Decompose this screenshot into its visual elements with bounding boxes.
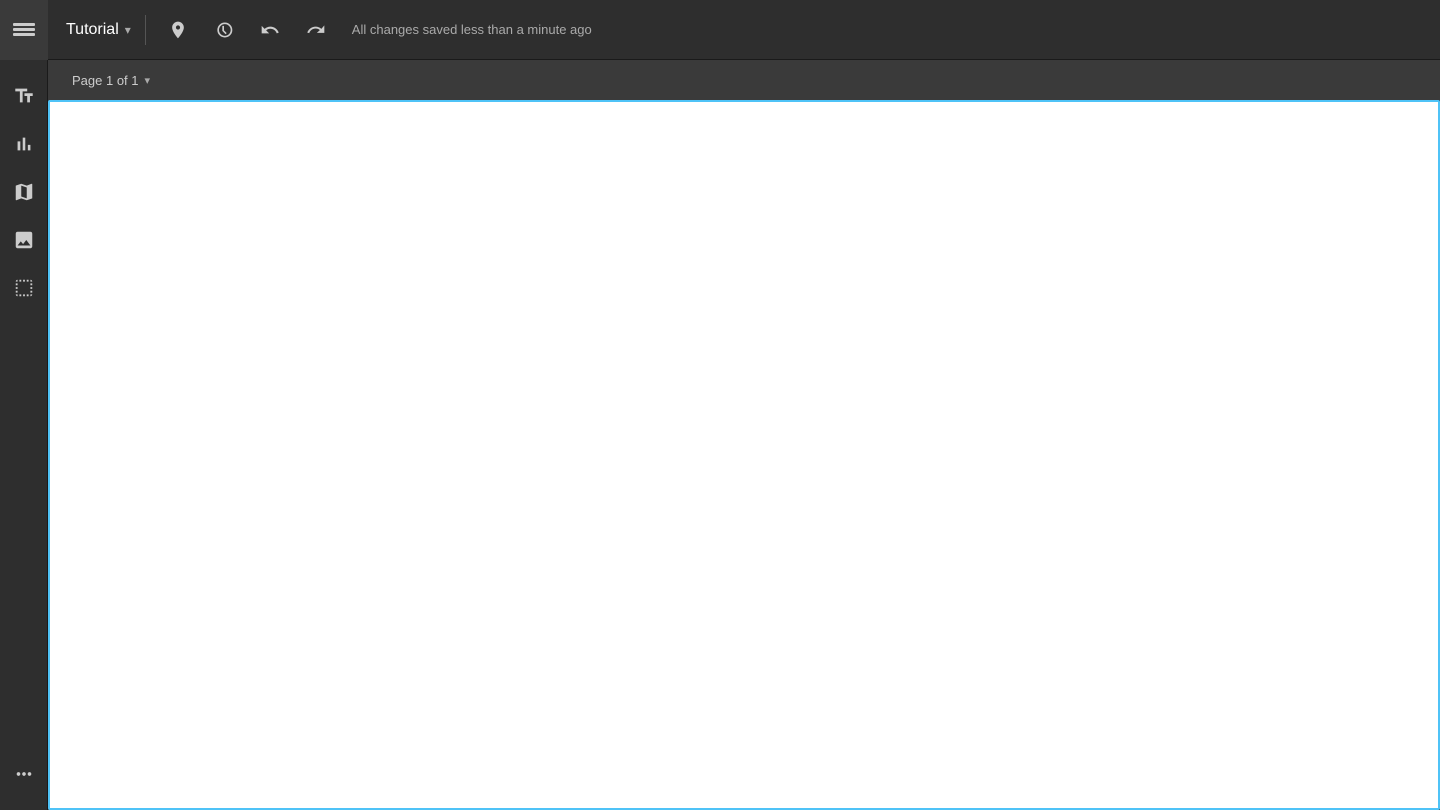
document-canvas[interactable]: [48, 100, 1440, 810]
sidebar: [0, 60, 48, 810]
undo-button[interactable]: [252, 12, 288, 48]
sidebar-item-text[interactable]: [4, 76, 44, 116]
canvas-area: Page 1 of 1 ▾: [48, 60, 1440, 810]
sidebar-item-image[interactable]: [4, 220, 44, 260]
sidebar-item-more[interactable]: [4, 754, 44, 794]
pin-button[interactable]: [160, 12, 196, 48]
sidebar-item-data[interactable]: [4, 268, 44, 308]
pin-icon: [168, 20, 188, 40]
text-icon: [13, 85, 35, 107]
sidebar-item-map[interactable]: [4, 172, 44, 212]
data-icon: [13, 277, 35, 299]
redo-icon: [306, 20, 326, 40]
chart-icon: [13, 133, 35, 155]
document-title: Tutorial: [66, 21, 119, 39]
redo-button[interactable]: [298, 12, 334, 48]
main-area: Page 1 of 1 ▾: [0, 60, 1440, 810]
app-icon-area: [0, 0, 48, 60]
image-icon: [13, 229, 35, 251]
page-nav-label: Page 1 of 1: [72, 73, 139, 88]
history-button[interactable]: [206, 12, 242, 48]
title-chevron-icon: ▾: [125, 23, 131, 37]
save-status: All changes saved less than a minute ago: [352, 22, 592, 37]
header-bar: Tutorial ▾ All changes saved less than a…: [0, 0, 1440, 60]
sidebar-item-chart[interactable]: [4, 124, 44, 164]
toolbar-divider-1: [145, 15, 146, 45]
more-icon: [13, 763, 35, 785]
page-nav-bar: Page 1 of 1 ▾: [48, 60, 1440, 100]
clock-icon: [214, 20, 234, 40]
page-nav-button[interactable]: Page 1 of 1 ▾: [64, 69, 158, 92]
map-icon: [13, 181, 35, 203]
title-area[interactable]: Tutorial ▾: [66, 21, 131, 39]
undo-icon: [260, 20, 280, 40]
page-nav-chevron-icon: ▾: [145, 74, 151, 87]
app-icon: [9, 18, 39, 42]
canvas-content: [50, 102, 1438, 808]
